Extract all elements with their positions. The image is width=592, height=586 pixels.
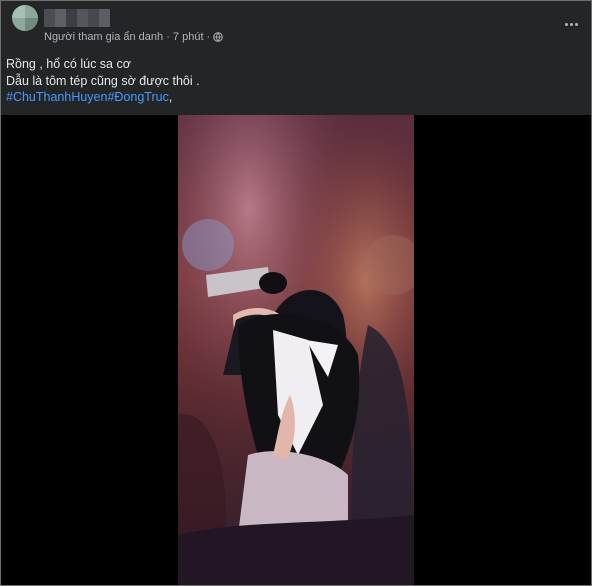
avatar[interactable] bbox=[12, 5, 38, 31]
author-name-redacted bbox=[44, 9, 110, 27]
post-hashtags: #ChuThanhHuyen#ĐongTruc, bbox=[6, 89, 586, 106]
post-media[interactable] bbox=[1, 115, 591, 585]
more-options-button[interactable] bbox=[560, 17, 582, 31]
dot bbox=[574, 22, 578, 26]
dot bbox=[569, 22, 573, 26]
facebook-post-card: Người tham gia ẩn danh · 7 phút · Rồng ,… bbox=[0, 0, 592, 586]
hashtag-link-2[interactable]: #ĐongTruc bbox=[107, 90, 168, 104]
post-text-line-1: Rồng , hổ có lúc sa cơ bbox=[6, 57, 131, 71]
video-thumbnail bbox=[178, 115, 414, 585]
dot bbox=[564, 22, 568, 26]
video-player[interactable] bbox=[178, 115, 414, 585]
globe-icon bbox=[213, 32, 224, 42]
post-text-line-2: Dẫu là tôm tép cũng sờ được thôi . bbox=[6, 73, 200, 88]
post-body: Rồng , hổ có lúc sa cơ Dẫu là tôm tép cũ… bbox=[6, 56, 586, 106]
hashtag-suffix: , bbox=[168, 90, 173, 104]
post-header: Người tham gia ẩn danh · 7 phút · bbox=[1, 1, 591, 49]
author-meta-text: Người tham gia ẩn danh · 7 phút · bbox=[44, 31, 211, 43]
hashtag-link-1[interactable]: #ChuThanhHuyen bbox=[6, 90, 107, 104]
post-meta: Người tham gia ẩn danh · 7 phút · bbox=[44, 31, 224, 43]
